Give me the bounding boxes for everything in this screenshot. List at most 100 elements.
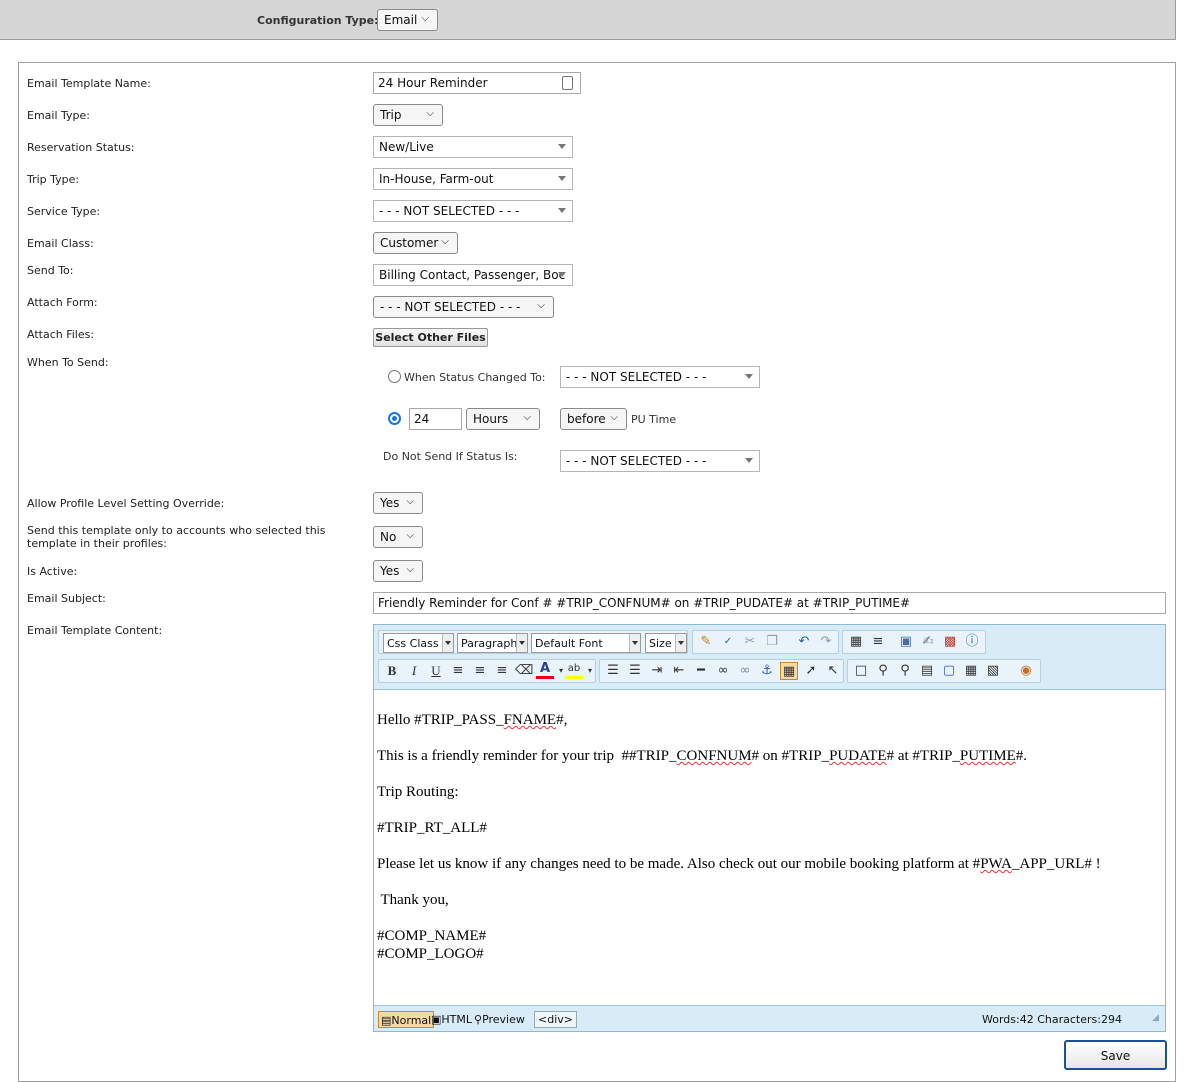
size-select[interactable]: Size (645, 633, 687, 653)
dropdown-arrow-icon (745, 458, 753, 463)
resize-handle-icon[interactable]: ◢ (1150, 1011, 1161, 1028)
save-button[interactable]: Save (1064, 1040, 1167, 1070)
normal-mode-icon: ▤ (381, 1014, 392, 1027)
underline-icon[interactable]: U (427, 662, 445, 680)
is-active-select[interactable]: Yes ⌵ (373, 560, 423, 582)
reservation-status-combo[interactable]: New/Live (373, 136, 573, 158)
offset-relation-value: before (567, 412, 606, 426)
template-name-value: 24 Hour Reminder (378, 76, 488, 90)
chevron-down-icon: ⌵ (441, 236, 449, 247)
attach-form-select[interactable]: - - - NOT SELECTED - - - ⌵ (373, 296, 554, 318)
font-select[interactable]: Default Font (531, 633, 641, 653)
mode-html-tab[interactable]: ▣HTML (429, 1011, 474, 1028)
allow-override-select[interactable]: Yes ⌵ (373, 492, 423, 514)
content-line-routing-token: #TRIP_RT_ALL# (377, 820, 487, 836)
preview-icon[interactable]: ⚲ (874, 662, 892, 680)
pdf-icon[interactable]: ▩ (941, 633, 959, 651)
only-selected-label: Send this template only to accounts who … (27, 524, 326, 550)
link-icon[interactable]: ∞ (714, 662, 732, 680)
offset-unit-select[interactable]: Hours ⌵ (466, 408, 540, 430)
paragraph-format-icon[interactable]: ≡ (869, 633, 887, 651)
find-icon[interactable]: ⚲ (896, 662, 914, 680)
chevron-down-icon[interactable]: ▾ (581, 662, 599, 680)
select-other-files-button[interactable]: Select Other Files (373, 328, 488, 347)
select-element-icon[interactable]: ↖ (824, 662, 842, 680)
service-type-combo[interactable]: - - - NOT SELECTED - - - (373, 200, 573, 222)
email-type-select[interactable]: Trip ⌵ (373, 104, 443, 126)
email-class-select[interactable]: Customer ⌵ (373, 232, 458, 254)
chevron-down-icon: ⌵ (406, 564, 414, 575)
preview-mode-icon: ⚲ (474, 1013, 483, 1026)
only-selected-select[interactable]: No ⌵ (373, 526, 423, 548)
help-icon[interactable]: ⓘ (963, 633, 981, 651)
html-mode-icon: ▣ (431, 1013, 442, 1026)
eraser-icon[interactable]: ⌫ (515, 662, 533, 680)
send-to-combo[interactable]: Billing Contact, Passenger, Boc (373, 264, 573, 286)
config-bar: Configuration Type: Email ⌵ (0, 0, 1176, 40)
mode-normal-tab[interactable]: ▤Normal (378, 1011, 435, 1028)
italic-icon[interactable]: I (405, 662, 423, 680)
email-type-value: Trip (380, 108, 402, 122)
content-label: Email Template Content: (27, 624, 163, 637)
mode-html-label: HTML (441, 1013, 473, 1026)
attach-files-label: Attach Files: (27, 328, 95, 341)
horizontal-rule-icon[interactable]: ━ (692, 662, 710, 680)
chevron-down-icon: ⌵ (537, 300, 545, 311)
font-value: Default Font (535, 637, 603, 650)
reservation-status-value: New/Live (379, 140, 434, 154)
redo-icon[interactable]: ↷ (817, 633, 835, 651)
do-not-send-combo[interactable]: - - - NOT SELECTED - - - (560, 450, 760, 472)
edit-document-icon[interactable]: ✍ (919, 633, 937, 651)
undo-icon[interactable]: ↶ (795, 633, 813, 651)
size-value: Size (649, 637, 672, 650)
chevron-down-icon: ⌵ (421, 13, 429, 24)
subject-label: Email Subject: (27, 592, 106, 605)
css-class-select[interactable]: Css Class (383, 633, 454, 653)
align-left-icon[interactable]: ≡ (449, 662, 467, 680)
grid-icon[interactable]: ▦ (962, 662, 980, 680)
dropdown-arrow-icon (442, 634, 453, 652)
spellcheck-icon[interactable]: ✓ (719, 633, 737, 651)
status-changed-combo[interactable]: - - - NOT SELECTED - - - (560, 366, 760, 388)
offset-amount-value: 24 (414, 412, 430, 426)
content-line-thanks: Thank you, (377, 892, 449, 908)
mode-preview-tab[interactable]: ⚲Preview (472, 1011, 527, 1028)
email-subject-input[interactable]: Friendly Reminder for Conf # #TRIP_CONFN… (373, 592, 1166, 614)
paragraph-select[interactable]: Paragraph (457, 633, 528, 653)
format-painter-icon[interactable]: ✎ (697, 633, 715, 651)
unlink-icon[interactable]: ∞ (736, 662, 754, 680)
element-path-tag[interactable]: <div> (534, 1011, 577, 1028)
editor-content[interactable]: Hello #TRIP_PASS_FNAME#, This is a frien… (377, 711, 1162, 963)
rich-text-editor: Css Class Paragraph Default Font Size ✎ … (373, 624, 1166, 1032)
bold-icon[interactable]: B (383, 662, 401, 680)
tag-icon[interactable]: ◉ (1017, 662, 1035, 680)
outdent-icon[interactable]: ⇤ (670, 662, 688, 680)
template-icon[interactable]: ▧ (984, 662, 1002, 680)
offset-relation-select[interactable]: before ⌵ (560, 408, 627, 430)
cut-icon[interactable]: ✂ (741, 633, 759, 651)
align-center-icon[interactable]: ≡ (471, 662, 489, 680)
offset-amount-input[interactable]: 24 (409, 408, 462, 430)
copy-icon[interactable]: ❐ (763, 633, 781, 651)
unordered-list-icon[interactable]: ☰ (626, 662, 644, 680)
image-icon[interactable]: ▣ (897, 633, 915, 651)
service-type-value: - - - NOT SELECTED - - - (379, 204, 520, 218)
indent-icon[interactable]: ⇥ (648, 662, 666, 680)
config-type-select[interactable]: Email ⌵ (377, 9, 438, 31)
insert-element-icon[interactable]: ➚ (802, 662, 820, 680)
page-properties-icon[interactable]: ▤ (918, 662, 936, 680)
word-count-status: Words:42 Characters:294 (982, 1013, 1122, 1026)
special-chars-icon[interactable]: ▦ (847, 633, 865, 651)
table-icon[interactable]: ▦ (780, 662, 798, 680)
ordered-list-icon[interactable]: ☰ (604, 662, 622, 680)
new-document-icon[interactable]: □ (852, 662, 870, 680)
anchor-icon[interactable]: ⚓ (758, 662, 776, 680)
template-name-input[interactable]: 24 Hour Reminder (373, 72, 581, 94)
time-offset-radio[interactable] (388, 412, 401, 425)
border-icon[interactable]: ▢ (940, 662, 958, 680)
email-subject-value: Friendly Reminder for Conf # #TRIP_CONFN… (378, 596, 911, 610)
password-manager-icon[interactable] (562, 76, 573, 90)
trip-type-combo[interactable]: In-House, Farm-out (373, 168, 573, 190)
status-changed-radio[interactable] (388, 370, 401, 383)
align-right-icon[interactable]: ≡ (493, 662, 511, 680)
